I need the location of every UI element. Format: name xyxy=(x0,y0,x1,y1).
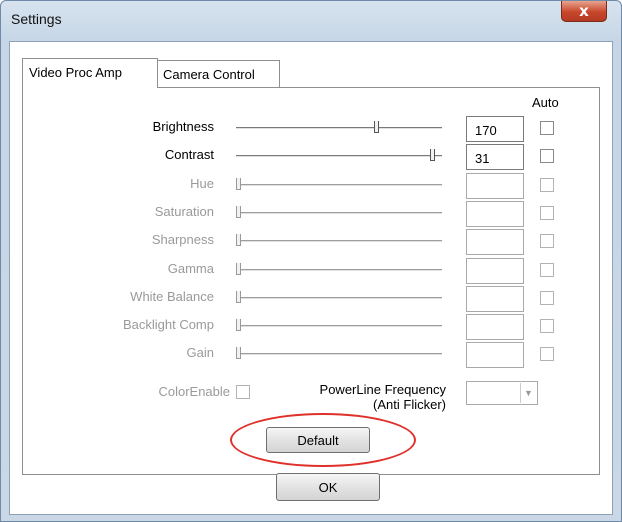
gamma-label: Gamma xyxy=(167,261,214,276)
white-balance-value-field xyxy=(466,286,524,312)
color-enable-checkbox[interactable] xyxy=(236,385,250,399)
contrast-slider-thumb[interactable] xyxy=(430,149,435,161)
brightness-slider-thumb[interactable] xyxy=(374,121,379,133)
contrast-value-field[interactable]: 31 xyxy=(466,144,524,170)
close-button[interactable]: x xyxy=(561,1,607,22)
hue-label: Hue xyxy=(190,176,214,191)
gamma-slider-thumb xyxy=(236,263,241,275)
hue-slider-thumb xyxy=(236,178,241,190)
powerline-frequency-select[interactable]: ▼ xyxy=(466,381,538,405)
highlight-ellipse xyxy=(230,413,416,467)
gain-value-field xyxy=(466,342,524,368)
sharpness-slider xyxy=(236,240,442,242)
backlight-comp-label: Backlight Comp xyxy=(122,317,214,332)
white-balance-auto-checkbox[interactable] xyxy=(540,291,554,305)
white-balance-slider-thumb xyxy=(236,291,241,303)
backlight-comp-slider xyxy=(236,325,442,327)
gamma-slider xyxy=(236,269,442,271)
gain-slider xyxy=(236,353,442,355)
white-balance-slider xyxy=(236,297,442,299)
saturation-value-field xyxy=(466,201,524,227)
brightness-value-field[interactable]: 170 xyxy=(466,116,524,142)
gamma-value-field xyxy=(466,258,524,284)
saturation-slider-thumb xyxy=(236,206,241,218)
color-enable-label: ColorEnable xyxy=(158,384,230,399)
tab-camera-control[interactable]: Camera Control xyxy=(156,60,280,87)
saturation-slider xyxy=(236,212,442,214)
chevron-down-icon[interactable]: ▼ xyxy=(520,383,536,403)
hue-slider xyxy=(236,184,442,186)
contrast-label: Contrast xyxy=(164,147,214,162)
hue-auto-checkbox[interactable] xyxy=(540,178,554,192)
title-bar[interactable]: Settings x xyxy=(1,1,621,41)
contrast-slider[interactable] xyxy=(236,155,442,157)
powerline-label-line1: PowerLine Frequency xyxy=(319,382,446,397)
sharpness-value-field xyxy=(466,229,524,255)
backlight-comp-slider-thumb xyxy=(236,319,241,331)
hue-value-field xyxy=(466,173,524,199)
gain-slider-thumb xyxy=(236,347,241,359)
sharpness-label: Sharpness xyxy=(151,232,214,247)
sharpness-auto-checkbox[interactable] xyxy=(540,234,554,248)
gain-label: Gain xyxy=(186,345,214,360)
contrast-auto-checkbox[interactable] xyxy=(540,149,554,163)
ok-button[interactable]: OK xyxy=(276,473,380,501)
powerline-label: PowerLine Frequency (Anti Flicker) xyxy=(290,382,446,412)
powerline-label-line2: (Anti Flicker) xyxy=(373,397,446,412)
brightness-label: Brightness xyxy=(152,119,214,134)
tab-video-proc-amp[interactable]: Video Proc Amp xyxy=(22,58,158,88)
saturation-auto-checkbox[interactable] xyxy=(540,206,554,220)
close-icon: x xyxy=(579,2,589,20)
saturation-label: Saturation xyxy=(154,204,214,219)
window-title: Settings xyxy=(11,11,62,27)
backlight-comp-value-field xyxy=(466,314,524,340)
gamma-auto-checkbox[interactable] xyxy=(540,263,554,277)
sharpness-slider-thumb xyxy=(236,234,241,246)
gain-auto-checkbox[interactable] xyxy=(540,347,554,361)
backlight-comp-auto-checkbox[interactable] xyxy=(540,319,554,333)
auto-header: Auto xyxy=(532,95,559,110)
brightness-auto-checkbox[interactable] xyxy=(540,121,554,135)
white-balance-label: White Balance xyxy=(130,289,214,304)
brightness-slider[interactable] xyxy=(236,127,442,129)
